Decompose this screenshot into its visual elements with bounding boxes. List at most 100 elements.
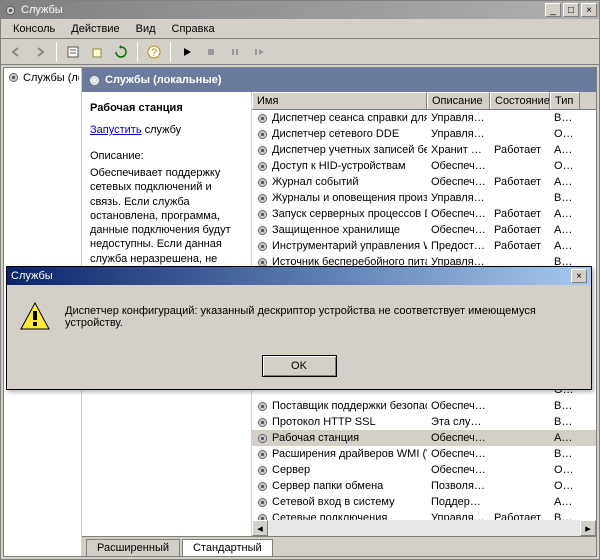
list-header: Имя Описание Состояние Тип <box>252 92 596 110</box>
tab-standard[interactable]: Стандартный <box>182 539 273 556</box>
service-icon <box>256 192 269 205</box>
service-desc-cell: Обеспечи... <box>427 160 490 172</box>
toolbar-separator <box>137 42 138 62</box>
service-state-cell: Работает <box>490 224 550 236</box>
dialog-body: Диспетчер конфигураций: указанный дескри… <box>7 285 591 349</box>
service-icon <box>256 224 269 237</box>
service-row[interactable]: Диспетчер сетевого DDEУправляе...Откл <box>252 126 596 142</box>
description-label: Описание: <box>90 150 243 162</box>
service-row[interactable]: Журналы и оповещения производите...Управ… <box>252 190 596 206</box>
properties-button[interactable] <box>62 41 84 63</box>
service-icon <box>256 160 269 173</box>
tab-extended[interactable]: Расширенный <box>86 539 180 556</box>
start-link[interactable]: Запустить <box>90 124 142 136</box>
service-desc-cell: Предоста... <box>427 240 490 252</box>
menu-action[interactable]: Действие <box>63 21 127 37</box>
back-button[interactable] <box>5 41 27 63</box>
col-description[interactable]: Описание <box>427 92 490 109</box>
ok-button[interactable]: OK <box>262 355 337 377</box>
close-button[interactable]: × <box>581 3 597 17</box>
scroll-right-button[interactable]: ▸ <box>580 520 596 536</box>
service-row[interactable]: Журнал событийОбеспечи...РаботаетАвто <box>252 174 596 190</box>
service-desc-cell: Обеспечи... <box>427 448 490 460</box>
forward-button[interactable] <box>29 41 51 63</box>
refresh-button[interactable] <box>110 41 132 63</box>
pause-button[interactable] <box>224 41 246 63</box>
service-row[interactable]: Протокол HTTP SSLЭта служ...Вруч <box>252 414 596 430</box>
service-row[interactable]: Расширения драйверов WMI (Window...Обесп… <box>252 446 596 462</box>
menu-view[interactable]: Вид <box>128 21 164 37</box>
service-type-cell: Вруч <box>550 400 580 412</box>
service-state-cell: Работает <box>490 176 550 188</box>
menu-console[interactable]: Консоль <box>5 21 63 37</box>
dialog-close-button[interactable]: × <box>571 269 587 283</box>
service-type-cell: Авто <box>550 176 580 188</box>
service-desc-cell: Управляе... <box>427 512 490 520</box>
dialog-title: Службы <box>11 270 571 282</box>
titlebar[interactable]: Службы _ □ × <box>1 1 599 19</box>
start-service-action: Запустить службу <box>90 124 243 136</box>
warning-icon <box>19 301 51 333</box>
gear-icon <box>88 74 101 87</box>
service-row[interactable]: Диспетчер сеанса справки для удале...Упр… <box>252 110 596 126</box>
scroll-left-button[interactable]: ◂ <box>252 520 268 536</box>
service-type-cell: Вруч <box>550 448 580 460</box>
service-state-cell: Работает <box>490 144 550 156</box>
maximize-button[interactable]: □ <box>563 3 579 17</box>
service-desc-cell: Хранит и... <box>427 144 490 156</box>
service-row[interactable]: Защищенное хранилищеОбеспечи...РаботаетА… <box>252 222 596 238</box>
tree-item-label: Службы (лок <box>23 72 79 84</box>
horizontal-scrollbar[interactable]: ◂ ▸ <box>252 520 596 536</box>
help-button[interactable]: ? <box>143 41 165 63</box>
window-buttons: _ □ × <box>545 3 597 17</box>
scroll-track[interactable] <box>268 520 580 536</box>
service-icon <box>256 464 269 477</box>
service-row[interactable]: Диспетчер учетных записей безопас...Хран… <box>252 142 596 158</box>
service-desc-cell: Управляе... <box>427 128 490 140</box>
service-row[interactable]: Запуск серверных процессов DCOMОбеспечи.… <box>252 206 596 222</box>
menubar: Консоль Действие Вид Справка <box>1 19 599 39</box>
service-icon <box>256 208 269 221</box>
tree-item-services[interactable]: Службы (лок <box>6 70 79 85</box>
service-desc-cell: Управляе... <box>427 192 490 204</box>
service-name-cell: Диспетчер сеанса справки для удале... <box>252 112 427 125</box>
col-type[interactable]: Тип <box>550 92 580 109</box>
service-row[interactable]: Поставщик поддержки безопасности...Обесп… <box>252 398 596 414</box>
service-type-cell: Вруч <box>550 512 580 520</box>
restart-button[interactable] <box>248 41 270 63</box>
service-state-cell: Работает <box>490 240 550 252</box>
service-name-cell: Инструментарий управления Windows <box>252 240 427 253</box>
service-type-cell: Авто <box>550 144 580 156</box>
service-type-cell: Вруч <box>550 112 580 124</box>
dialog-titlebar[interactable]: Службы × <box>7 267 591 285</box>
minimize-button[interactable]: _ <box>545 3 561 17</box>
service-row[interactable]: Сетевой вход в системуПоддерж...Авто <box>252 494 596 510</box>
pane-header: Службы (локальные) <box>82 68 596 92</box>
service-icon <box>256 432 269 445</box>
service-desc-cell: Поддерж... <box>427 496 490 508</box>
service-name-cell: Диспетчер сетевого DDE <box>252 128 427 141</box>
service-row[interactable]: Инструментарий управления WindowsПредост… <box>252 238 596 254</box>
service-row[interactable]: Сетевые подключенияУправляе...РаботаетВр… <box>252 510 596 520</box>
service-name-cell: Поставщик поддержки безопасности... <box>252 400 427 413</box>
service-icon <box>256 240 269 253</box>
service-name-cell: Протокол HTTP SSL <box>252 416 427 429</box>
service-row[interactable]: СерверОбеспечи...Откл <box>252 462 596 478</box>
col-name[interactable]: Имя <box>252 92 427 109</box>
service-desc-cell: Управляе... <box>427 112 490 124</box>
export-button[interactable] <box>86 41 108 63</box>
service-name-cell: Сервер <box>252 464 427 477</box>
start-suffix: службу <box>142 124 182 136</box>
service-row[interactable]: Доступ к HID-устройствамОбеспечи...Откл <box>252 158 596 174</box>
col-state[interactable]: Состояние <box>490 92 550 109</box>
service-name-cell: Защищенное хранилище <box>252 224 427 237</box>
service-icon <box>256 496 269 509</box>
service-desc-cell: Обеспечи... <box>427 224 490 236</box>
start-button[interactable] <box>176 41 198 63</box>
app-icon <box>3 3 17 17</box>
service-row[interactable]: Рабочая станцияОбеспечи...Авто <box>252 430 596 446</box>
stop-button[interactable] <box>200 41 222 63</box>
service-row[interactable]: Сервер папки обменаПозволяе...Откл <box>252 478 596 494</box>
menu-help[interactable]: Справка <box>164 21 223 37</box>
service-desc-cell: Позволяе... <box>427 480 490 492</box>
